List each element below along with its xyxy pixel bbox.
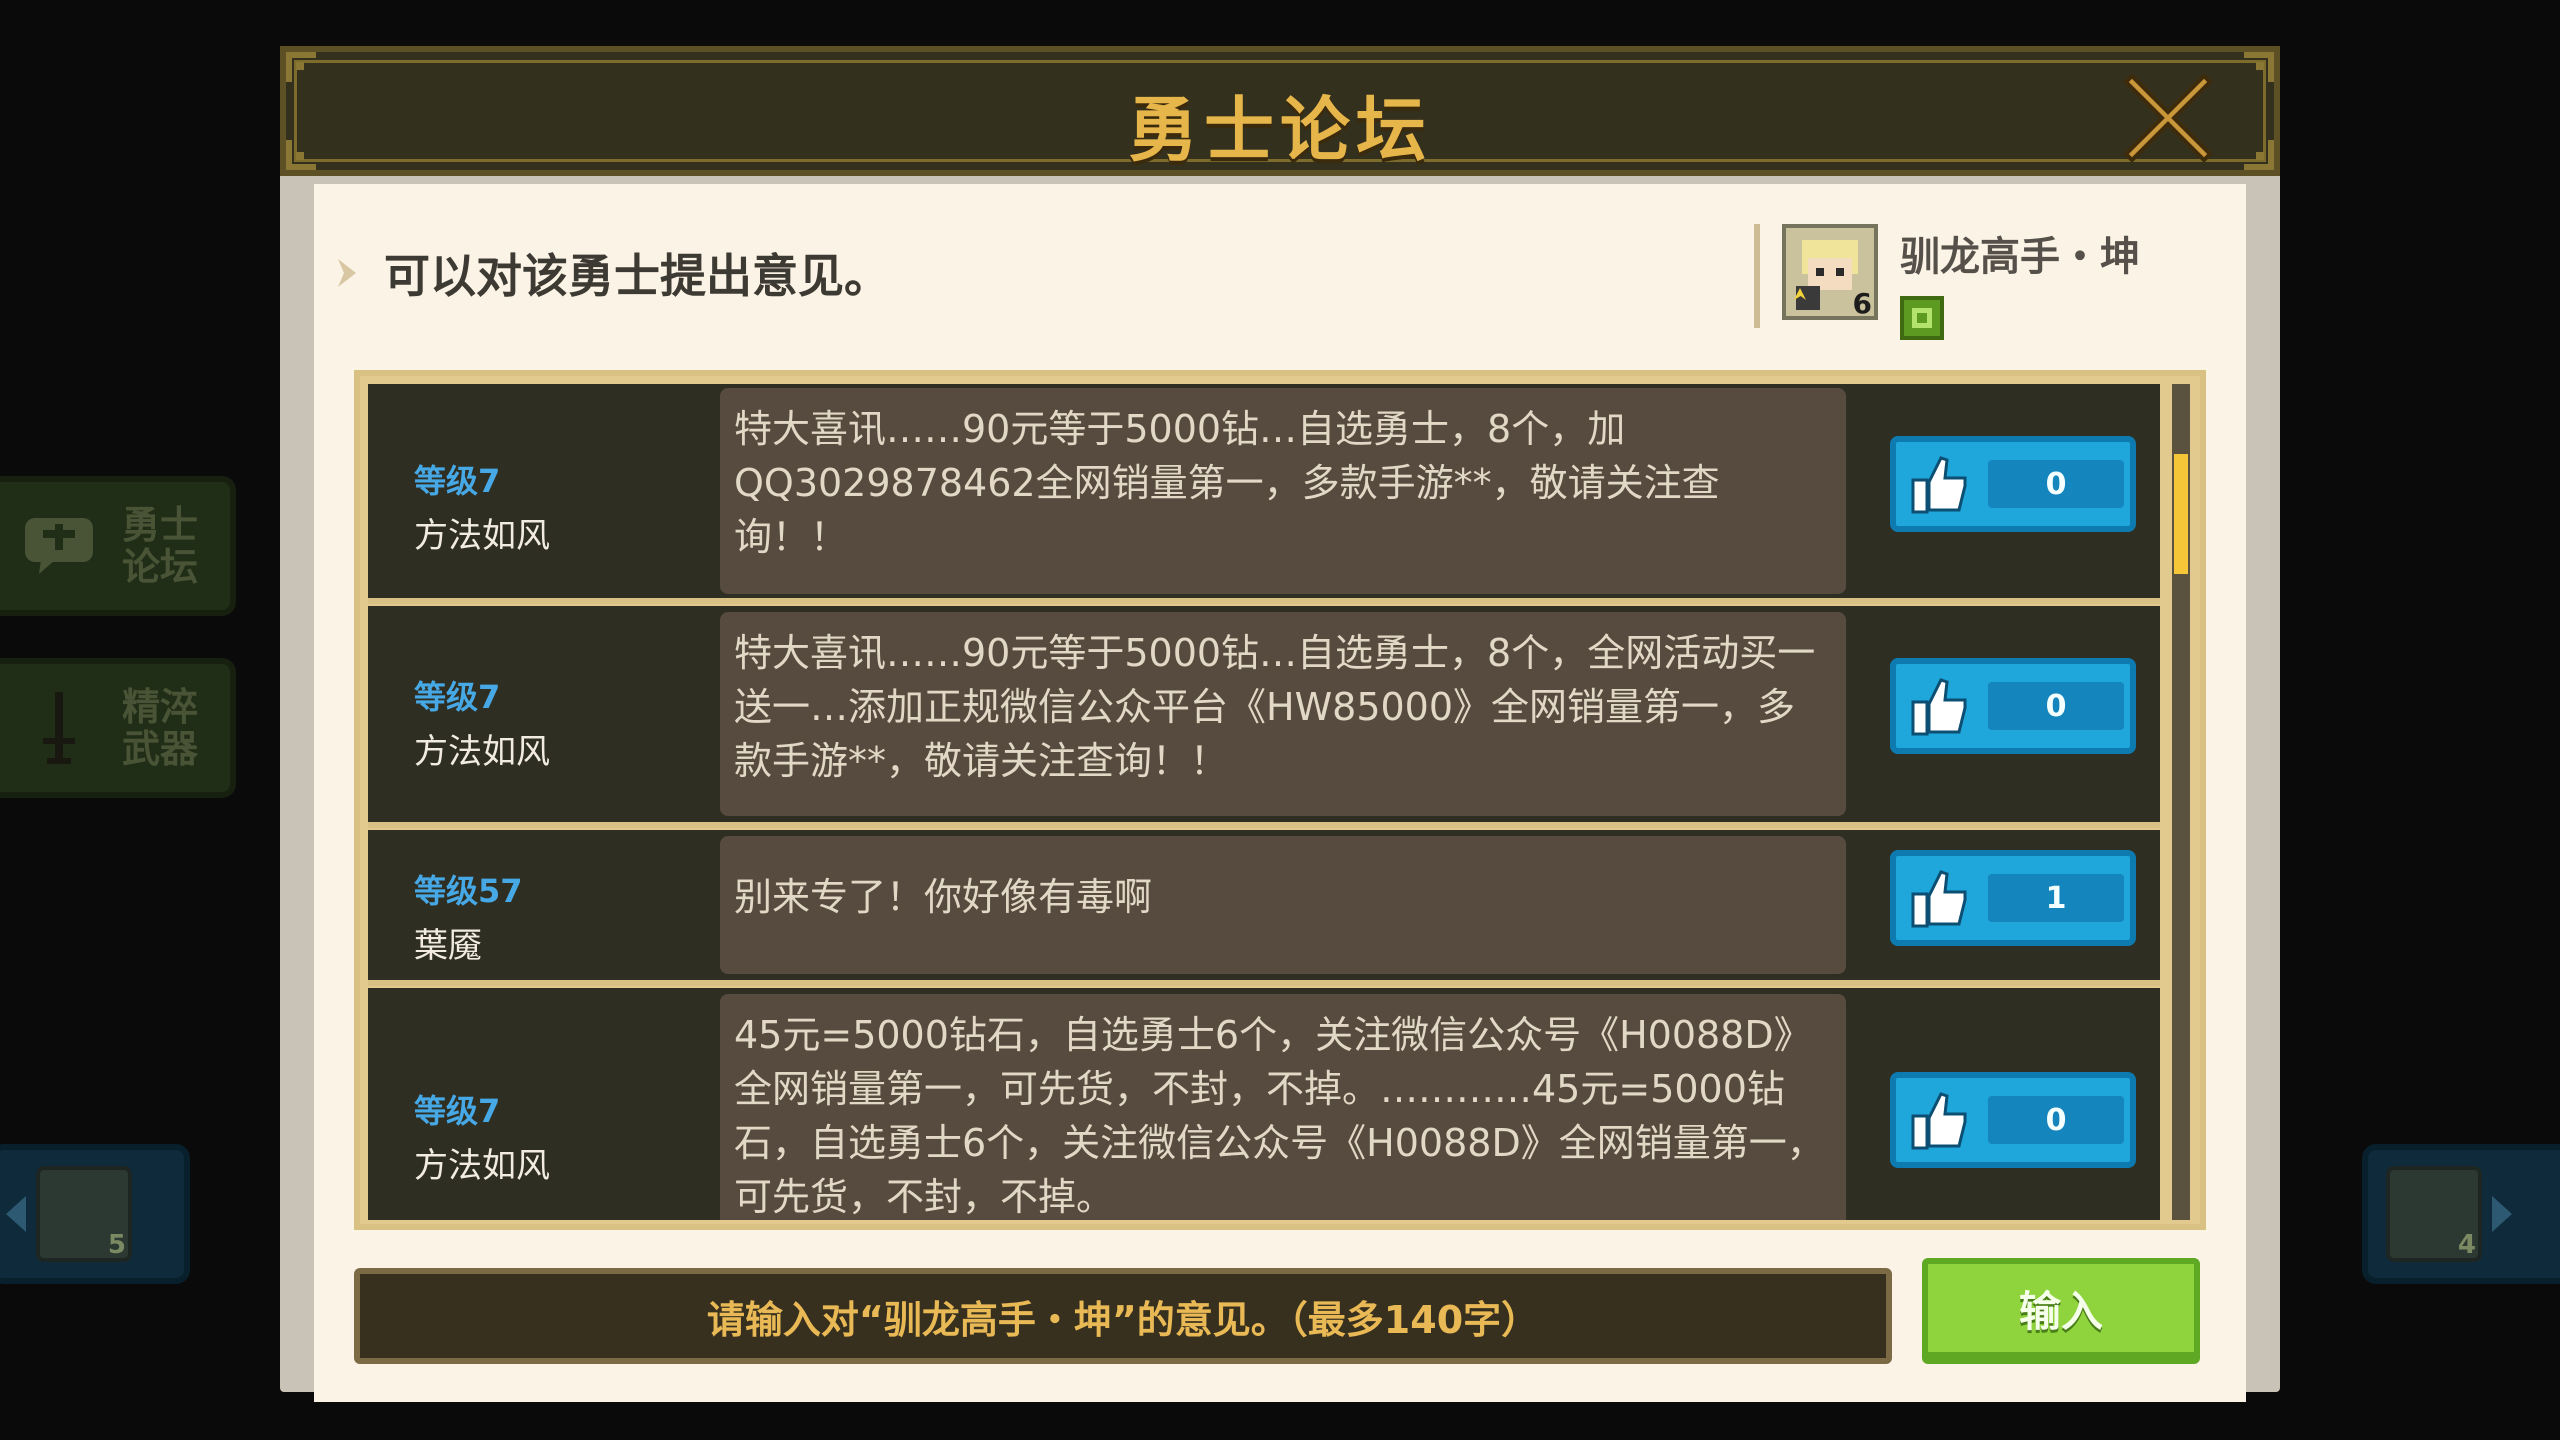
close-button[interactable] — [2120, 70, 2216, 166]
close-icon — [2123, 73, 2213, 163]
like-button[interactable]: 0 — [1890, 1072, 2136, 1168]
thumbs-up-icon — [1904, 671, 1974, 741]
comment-row: 等级57 葉魇 别来专了！你好像有毒啊 1 — [368, 830, 2160, 986]
comment-author: 方法如风 — [414, 1146, 550, 1186]
like-button[interactable]: 1 — [1890, 850, 2136, 946]
comment-text: 45元=5000钻石，自选勇士6个，关注微信公众号《H0088D》全网销量第一，… — [720, 994, 1846, 1220]
comment-level: 等级57 — [414, 872, 523, 910]
comment-level: 等级7 — [414, 462, 501, 500]
submit-button-label: 输入 — [2018, 1286, 2103, 1336]
dialog-body: 可以对该勇士提出意见。 6 驯龙高手・坤 等级7 方法如风 特大喜讯……90元等… — [314, 184, 2246, 1402]
thumbs-up-icon — [1904, 449, 1974, 519]
forum-dialog: 勇士论坛 可以对该勇士提出意见。 6 驯龙高手・坤 等级7 方法如风 特大喜讯…… — [280, 46, 2280, 1402]
chevron-left-icon — [0, 1184, 36, 1244]
prev-hero-star: 5 — [107, 1230, 126, 1260]
hint-row: 可以对该勇士提出意见。 — [334, 240, 890, 306]
comment-level: 等级7 — [414, 1092, 501, 1130]
comment-author: 方法如风 — [414, 516, 550, 556]
comment-text: 特大喜讯……90元等于5000钻…自选勇士，8个，加QQ3029878462全网… — [720, 388, 1846, 594]
sword-icon — [14, 683, 104, 773]
comment-author: 方法如风 — [414, 732, 550, 772]
side-tab-forum[interactable]: 勇士 论坛 — [0, 476, 236, 616]
hero-avatar: 6 — [1782, 224, 1878, 320]
like-button[interactable]: 0 — [1890, 436, 2136, 532]
comment-input[interactable]: 请输入对“驯龙高手・坤”的意见。（最多140字） — [354, 1268, 1892, 1364]
hero-class-badge-icon — [1900, 296, 1944, 340]
comment-row: 等级7 方法如风 特大喜讯……90元等于5000钻…自选勇士，8个，加QQ302… — [368, 384, 2160, 604]
comment-author: 葉魇 — [414, 926, 482, 966]
comment-input-placeholder: 请输入对“驯龙高手・坤”的意见。（最多140字） — [706, 1297, 1540, 1342]
next-hero-button[interactable]: 4 — [2362, 1144, 2560, 1284]
chat-bubble-icon — [14, 501, 104, 591]
hero-name: 驯龙高手・坤 — [1900, 234, 2140, 280]
hero-star-count: 6 — [1852, 287, 1872, 320]
scrollbar-thumb[interactable] — [2174, 454, 2188, 574]
dialog-header: 勇士论坛 — [280, 46, 2280, 176]
arrow-bullet-icon — [338, 259, 356, 287]
next-hero-avatar: 4 — [2386, 1166, 2482, 1262]
comment-text: 别来专了！你好像有毒啊 — [720, 836, 1846, 974]
comment-level: 等级7 — [414, 678, 501, 716]
comment-row: 等级7 方法如风 特大喜讯……90元等于5000钻…自选勇士，8个，全网活动买一… — [368, 606, 2160, 828]
side-tab-forum-label: 勇士 论坛 — [122, 503, 199, 589]
next-hero-star: 4 — [2457, 1230, 2476, 1260]
prev-hero-avatar: 5 — [36, 1166, 132, 1262]
thumbs-up-icon — [1904, 863, 1974, 933]
dialog-title: 勇士论坛 — [1128, 89, 1432, 171]
like-count: 0 — [2045, 466, 2067, 502]
comment-row: 等级7 方法如风 45元=5000钻石，自选勇士6个，关注微信公众号《H0088… — [368, 988, 2160, 1220]
side-tab-weapon[interactable]: 精淬 武器 — [0, 658, 236, 798]
hero-info-box: 6 驯龙高手・坤 — [1754, 224, 2214, 340]
prev-hero-button[interactable]: 5 — [0, 1144, 190, 1284]
submit-button[interactable]: 输入 — [1922, 1258, 2200, 1364]
hint-text: 可以对该勇士提出意见。 — [384, 249, 890, 303]
like-count: 1 — [2045, 880, 2067, 916]
chevron-right-icon — [2482, 1184, 2522, 1244]
like-count: 0 — [2045, 688, 2067, 724]
like-count: 0 — [2045, 1102, 2067, 1138]
thumbs-up-icon — [1904, 1085, 1974, 1155]
like-button[interactable]: 0 — [1890, 658, 2136, 754]
comment-text: 特大喜讯……90元等于5000钻…自选勇士，8个，全网活动买一送一…添加正规微信… — [720, 612, 1846, 816]
side-tab-weapon-label: 精淬 武器 — [122, 685, 199, 771]
comment-list-frame: 等级7 方法如风 特大喜讯……90元等于5000钻…自选勇士，8个，加QQ302… — [354, 370, 2206, 1230]
scrollbar[interactable] — [2172, 384, 2190, 1220]
comment-list[interactable]: 等级7 方法如风 特大喜讯……90元等于5000钻…自选勇士，8个，加QQ302… — [368, 384, 2160, 1220]
